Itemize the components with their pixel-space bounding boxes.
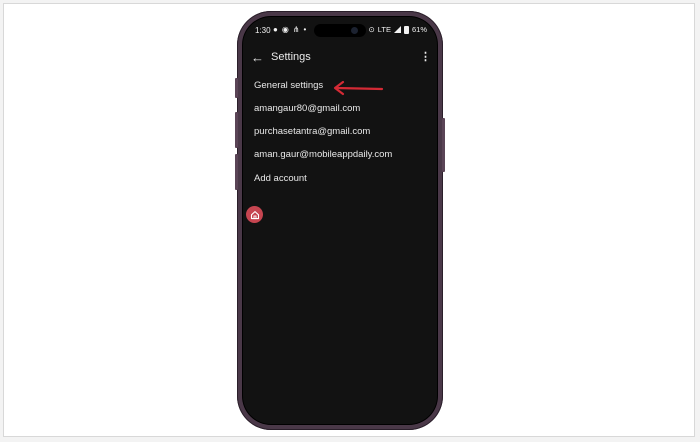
status-bar: 1:30 ● ◉ ⋔ • ⊙ LTE 61%	[243, 17, 437, 43]
volume-down-button	[235, 154, 238, 190]
status-time: 1:30	[255, 26, 271, 35]
front-camera	[351, 27, 358, 34]
app-bar: ← Settings ⋮	[243, 47, 437, 71]
phone-screen: 1:30 ● ◉ ⋔ • ⊙ LTE 61% ← Settings ⋮ Gene…	[243, 17, 437, 424]
power-button	[442, 118, 445, 172]
battery-percent: 61%	[411, 25, 427, 34]
settings-item-account-1[interactable]: amangaur80@gmail.com	[254, 103, 360, 114]
network-label: LTE	[377, 25, 391, 34]
settings-item-account-2[interactable]: purchasetantra@gmail.com	[254, 126, 370, 137]
settings-item-account-3[interactable]: aman.gaur@mobileappdaily.com	[254, 149, 392, 160]
status-right: ⊙ LTE 61%	[368, 25, 427, 34]
home-icon	[250, 210, 259, 219]
alarm-icon: ⊙	[368, 25, 375, 34]
arrow-left-icon[interactable]: ←	[251, 50, 264, 66]
dot-icon: •	[303, 25, 307, 34]
dynamic-island	[314, 24, 366, 37]
volume-up-button	[235, 112, 238, 148]
page-title: Settings	[271, 51, 311, 63]
action-button	[235, 78, 238, 98]
more-vert-icon[interactable]: ⋮	[420, 50, 431, 64]
settings-item-add-account[interactable]: Add account	[254, 173, 307, 184]
notification-icons: ● ◉ ⋔ •	[273, 25, 306, 35]
battery-icon	[403, 25, 409, 34]
home-bubble-icon[interactable]	[246, 206, 263, 223]
share-icon: ⋔	[292, 25, 300, 34]
settings-item-general[interactable]: General settings	[254, 80, 323, 91]
signal-strength-icon	[393, 26, 401, 33]
messenger-icon: ◉	[281, 25, 289, 34]
signal-app-icon: ●	[273, 25, 278, 34]
red-arrow-icon	[333, 80, 384, 96]
